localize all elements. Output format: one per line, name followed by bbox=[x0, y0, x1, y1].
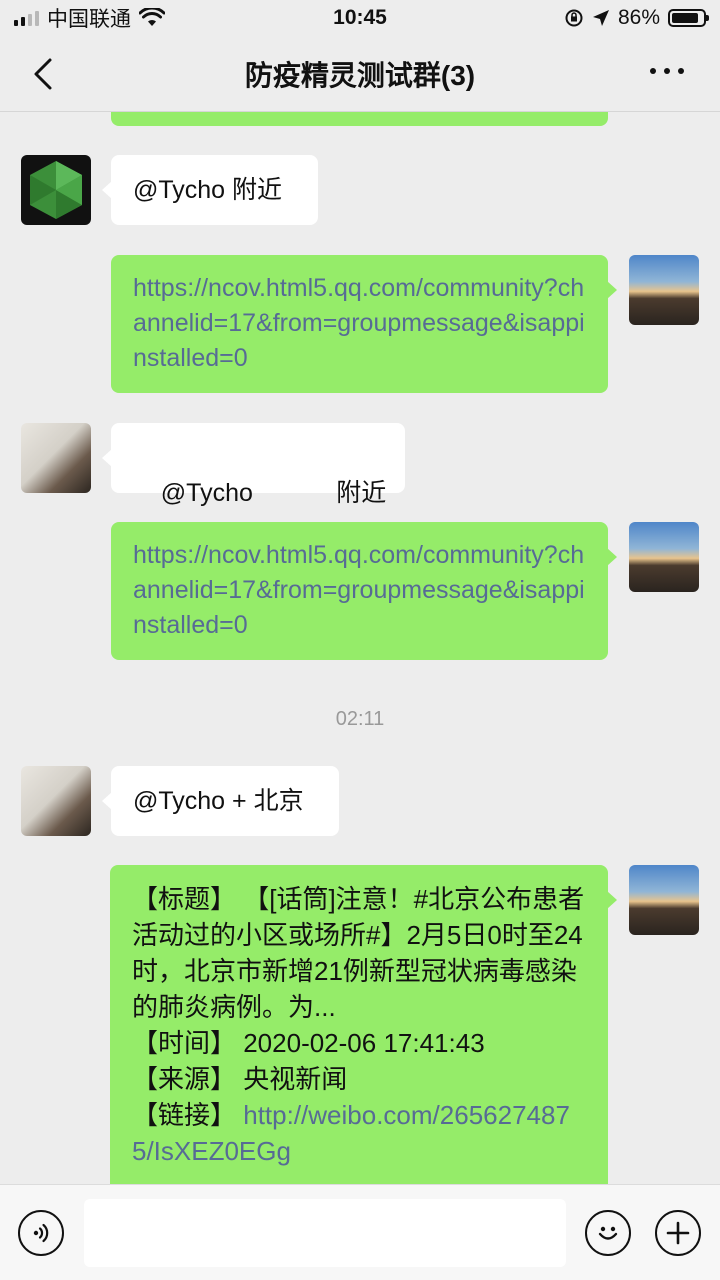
message-bubble[interactable]: @Tycho + 北京 bbox=[102, 766, 339, 836]
wifi-icon bbox=[139, 8, 165, 26]
message-text: @Tycho 附近 bbox=[133, 176, 283, 204]
message-bubble[interactable]: @Tycho 附近 bbox=[102, 423, 405, 507]
message-bubble[interactable]: https://ncov.html5.qq.com/community?chan… bbox=[111, 255, 617, 393]
battery-level bbox=[672, 13, 698, 23]
sunset-avatar[interactable] bbox=[629, 255, 699, 325]
chat-area[interactable]: @Tycho 附近 https://ncov.html5.qq.com/comm… bbox=[0, 112, 720, 1184]
rotation-lock-icon bbox=[565, 9, 583, 27]
chat-title: 防疫精灵测试群(3) bbox=[244, 59, 476, 91]
location-arrow-icon bbox=[592, 10, 609, 26]
battery-icon bbox=[668, 9, 709, 27]
plus-button[interactable] bbox=[655, 1210, 701, 1256]
voice-icon bbox=[33, 1223, 49, 1243]
message-link[interactable]: https://ncov.html5.qq.com/community?chan… bbox=[133, 274, 585, 372]
news-link-label: 【链接】 bbox=[132, 1100, 244, 1130]
sunset-avatar[interactable] bbox=[629, 865, 699, 935]
message-bubble[interactable]: https://ncov.html5.qq.com/community?chan… bbox=[111, 522, 617, 660]
status-bar: 中国联通 10:45 86% bbox=[0, 0, 720, 36]
ellipsis-icon bbox=[650, 68, 656, 74]
message-bubble[interactable]: @Tycho 附近 bbox=[102, 155, 318, 225]
message-bubble-partial[interactable] bbox=[111, 112, 608, 126]
signal-icon bbox=[14, 10, 39, 26]
message-link[interactable]: https://ncov.html5.qq.com/community?chan… bbox=[133, 541, 585, 639]
message-input[interactable] bbox=[84, 1199, 566, 1267]
news-source-line: 【来源】 央视新闻 bbox=[132, 1064, 348, 1094]
more-button[interactable] bbox=[650, 62, 684, 80]
cat-avatar[interactable] bbox=[21, 423, 91, 493]
emoji-button[interactable] bbox=[585, 1210, 631, 1256]
status-left: 中国联通 bbox=[14, 3, 165, 33]
node-logo-avatar[interactable] bbox=[21, 155, 91, 225]
cat-avatar[interactable] bbox=[21, 766, 91, 836]
plus-icon bbox=[666, 1221, 690, 1245]
input-bar bbox=[0, 1184, 720, 1280]
news-time-line: 【时间】 2020-02-06 17:41:43 bbox=[132, 1028, 485, 1058]
message-text: @Tycho + 北京 bbox=[133, 787, 304, 815]
timestamp: 02:11 bbox=[335, 708, 385, 730]
message-text: @Tycho 附近 bbox=[160, 479, 387, 507]
battery-percent: 86% bbox=[617, 6, 660, 29]
chevron-left-icon bbox=[34, 58, 52, 90]
sunset-avatar[interactable] bbox=[629, 522, 699, 592]
news-title-line: 【标题】 【[话筒]注意！#北京公布患者活动过的小区或场所#】2月5日0时至24… bbox=[132, 884, 585, 1022]
hexagon-logo-icon bbox=[30, 161, 82, 219]
status-right: 86% bbox=[564, 6, 709, 30]
emoji-icon bbox=[598, 1226, 618, 1240]
back-button[interactable] bbox=[28, 56, 62, 92]
voice-button[interactable] bbox=[18, 1210, 64, 1256]
news-link-line: 【链接】 http://weibo.com/2656274875/IsXEZ0E… bbox=[132, 1097, 588, 1169]
carrier-label: 中国联通 bbox=[47, 8, 131, 31]
news-message-bubble[interactable]: 【标题】 【[话筒]注意！#北京公布患者活动过的小区或场所#】2月5日0时至24… bbox=[110, 865, 617, 1184]
nav-bar: 防疫精灵测试群(3) bbox=[0, 36, 720, 112]
